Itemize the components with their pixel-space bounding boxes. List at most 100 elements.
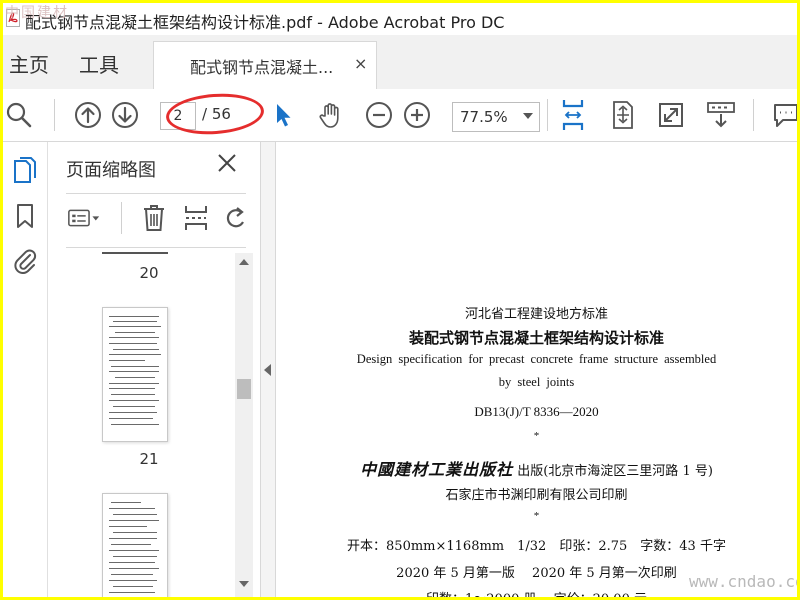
publisher-logo: 中國建材工業出版社 (360, 460, 514, 479)
thumbnail-text-line (115, 332, 155, 333)
previous-page-button[interactable] (72, 99, 104, 131)
chevron-down-icon (523, 113, 533, 119)
thumbnail-text-line (109, 592, 155, 593)
thumbnail-text-line (113, 586, 153, 587)
comment-icon (774, 104, 797, 127)
publisher-address: 出版(北京市海淀区三里河路 1 号) (517, 464, 713, 479)
thumbnail-text-line (109, 343, 157, 344)
page-thumbnails-icon (14, 157, 36, 183)
delete-page-button[interactable] (138, 202, 170, 234)
scroll-up-arrow[interactable] (239, 259, 249, 265)
full-screen-icon (659, 103, 683, 127)
rotate-page-icon (226, 207, 244, 228)
fit-page-button[interactable] (607, 99, 639, 131)
zoom-in-button[interactable] (401, 99, 433, 131)
thumbnail-text-line (109, 418, 153, 419)
thumbnail-text-line (113, 321, 157, 322)
tab-bar: 主页 工具 配式钢节点混凝土... × (3, 35, 797, 90)
comment-button[interactable] (769, 99, 797, 131)
attachments-button[interactable] (11, 246, 39, 274)
thumbnail-text-line (109, 580, 157, 581)
thumbnail-text-line (109, 550, 159, 551)
select-tool-button[interactable] (267, 99, 299, 131)
toolbar-divider (54, 99, 55, 131)
close-tab-icon[interactable]: × (354, 54, 367, 73)
previous-thumbnail-edge (102, 252, 168, 254)
zoom-out-button[interactable] (363, 99, 395, 131)
tab-document[interactable]: 配式钢节点混凝土... × (153, 41, 377, 90)
thumbnail-text-line (109, 400, 159, 401)
zoom-level-select[interactable]: 77.5% (452, 102, 540, 132)
separator-star: * (533, 430, 540, 442)
insert-page-button[interactable] (180, 202, 212, 234)
thumbnail-options-icon (68, 209, 100, 227)
search-button[interactable] (3, 99, 35, 131)
toolbar-divider (753, 99, 754, 131)
tab-tools[interactable]: 工具 (79, 49, 119, 78)
next-page-button[interactable] (109, 99, 141, 131)
thumbnail-text-line (109, 326, 161, 327)
page-up-icon (75, 102, 101, 128)
toolbar-divider (547, 99, 548, 131)
thumbnail-text-line (113, 349, 159, 350)
thumbnail-text-line (109, 568, 159, 569)
thumbnail-text-line (109, 412, 157, 413)
standard-category: 河北省工程建设地方标准 (464, 307, 608, 322)
thumbnail-text-line (111, 394, 155, 395)
thumbnail-text-line (115, 377, 155, 378)
page-thumbnail[interactable] (102, 307, 168, 442)
watermark-top: 中国建材 (5, 5, 69, 21)
zoom-value: 77.5% (460, 108, 508, 126)
thumbnail-text-line (109, 360, 145, 361)
close-panel-icon[interactable] (216, 152, 238, 174)
english-title-line2: by steel joints (498, 375, 575, 389)
watermark-bottom: www.cndao.com (689, 572, 797, 591)
bookmarks-button[interactable] (11, 202, 39, 230)
thumbnail-text-line (109, 371, 159, 372)
read-mode-button[interactable] (705, 99, 737, 131)
document-tab-label: 配式钢节点混凝土... (190, 58, 334, 77)
full-screen-button[interactable] (655, 99, 687, 131)
standard-number: DB13(J)/T 8336—2020 (474, 404, 599, 419)
thumbnail-text-line (109, 538, 157, 539)
rotate-page-button[interactable] (220, 202, 252, 234)
thumbnails-scrollbar[interactable] (235, 253, 253, 597)
thumbnail-text-line (113, 406, 155, 407)
page-thumbnail[interactable] (102, 493, 168, 597)
scroll-mode-icon (562, 100, 584, 130)
thumbnail-text-line (109, 316, 159, 317)
acrobat-window: 配式钢节点混凝土框架结构设计标准.pdf - Adobe Acrobat Pro… (3, 3, 797, 597)
zoom-out-icon (366, 102, 392, 128)
navigation-rail (3, 142, 48, 597)
document-page: 河北省工程建设地方标准 装配式钢节点混凝土框架结构设计标准 Design spe… (276, 142, 797, 597)
collapse-arrow-icon[interactable] (264, 364, 271, 376)
thumbnail-page-label: 21 (139, 450, 159, 468)
thumbnail-text-line (113, 556, 157, 557)
thumbnail-text-line (109, 354, 161, 355)
thumbnail-page-label: 20 (139, 264, 159, 282)
hand-icon (319, 103, 339, 128)
thumbnail-text-line (111, 502, 141, 503)
tab-home[interactable]: 主页 (9, 49, 49, 78)
scrolling-mode-button[interactable] (557, 99, 589, 131)
select-cursor-icon (277, 104, 291, 127)
thumbnail-text-line (111, 366, 159, 367)
scroll-down-arrow[interactable] (239, 581, 249, 587)
bookmark-icon (17, 204, 33, 228)
panel-collapse-splitter[interactable] (261, 142, 276, 597)
scrollbar-thumb[interactable] (237, 379, 251, 399)
hand-tool-button[interactable] (315, 99, 347, 131)
page-thumbnails-button[interactable] (11, 156, 39, 184)
thumbnail-options-button[interactable] (68, 202, 100, 234)
thumbnail-text-line (113, 514, 157, 515)
thumbnail-text-line (109, 526, 147, 527)
thumbnail-text-line (111, 424, 159, 425)
panel-divider (66, 247, 246, 248)
panel-tools-divider (121, 202, 122, 234)
zoom-in-icon (404, 102, 430, 128)
read-mode-icon (707, 102, 735, 128)
thumbnail-text-line (113, 532, 157, 533)
thumbnail-text-line (111, 544, 151, 545)
format-specs: 开本：850mm×1168mm 1/32 印张：2.75 字数：43 千字 (347, 539, 726, 554)
thumbnail-text-line (111, 574, 153, 575)
